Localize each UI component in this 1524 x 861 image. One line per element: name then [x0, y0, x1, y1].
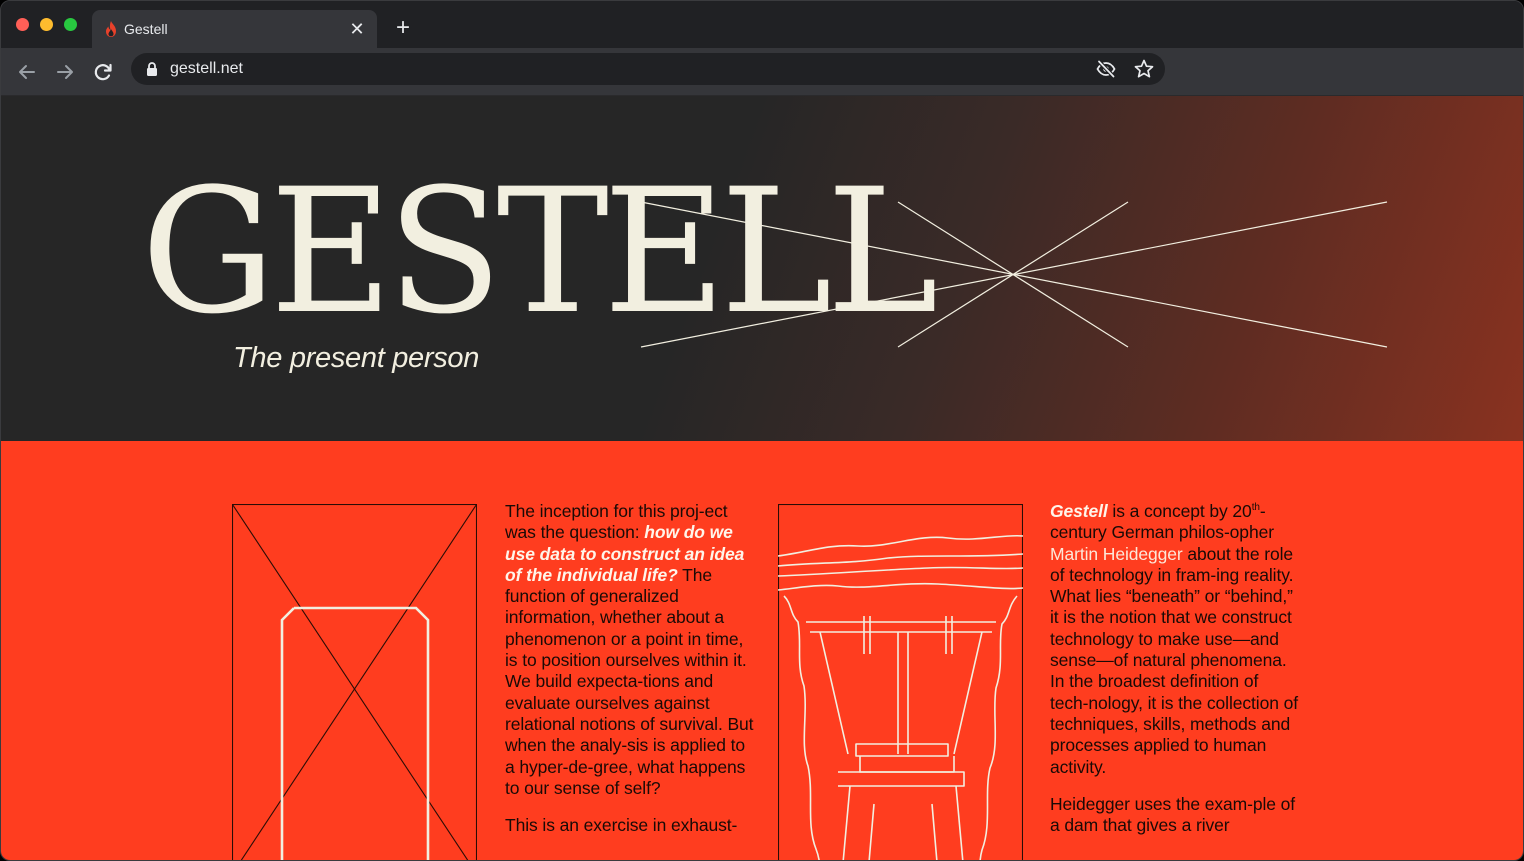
- maximize-window-button[interactable]: [64, 18, 77, 31]
- tab-close-icon[interactable]: ✕: [347, 19, 367, 39]
- site-subtitle: The present person: [233, 342, 480, 374]
- concept-term: Gestell: [1050, 501, 1108, 521]
- heidegger-link[interactable]: Martin Heidegger: [1050, 544, 1183, 564]
- concept-text-c: about the role of technology in fram-ing…: [1050, 543, 1299, 777]
- crossed-frame-illustration: [232, 504, 477, 860]
- concept-paragraph-1: Gestell is a concept by 20th-century Ger…: [1050, 501, 1300, 778]
- address-bar[interactable]: gestell.net: [131, 53, 1165, 85]
- browser-toolbar: gestell.net: [1, 48, 1523, 96]
- lock-icon[interactable]: [145, 61, 159, 77]
- hero-banner: GESTELL The present person: [1, 96, 1523, 441]
- concept-text-a: is a concept by 20: [1107, 501, 1252, 521]
- century-suffix: th: [1251, 502, 1260, 513]
- radiating-lines-graphic: [640, 201, 1388, 348]
- browser-window: Gestell ✕ + gestell.net GESTELL The pres…: [0, 0, 1524, 861]
- intro-paragraph-2: This is an exercise in exhaust-: [505, 815, 738, 836]
- new-tab-button[interactable]: +: [391, 16, 415, 40]
- reload-icon[interactable]: [89, 58, 117, 86]
- web-page: GESTELL The present person The inception…: [1, 96, 1523, 860]
- intro-column-2: Gestell is a concept by 20th-century Ger…: [1050, 501, 1300, 852]
- close-window-button[interactable]: [16, 18, 29, 31]
- flame-favicon-icon: [106, 21, 116, 37]
- tab-title: Gestell: [124, 21, 168, 37]
- tab-gestell[interactable]: Gestell ✕: [92, 10, 377, 48]
- intro-paragraph-1: The inception for this proj-ect was the …: [505, 501, 755, 799]
- back-arrow-icon[interactable]: [13, 58, 41, 86]
- intro-section: The inception for this proj-ect was the …: [1, 441, 1523, 860]
- intro-text-rest: The function of generalized information,…: [505, 564, 754, 798]
- dam-illustration: [778, 504, 1023, 860]
- tab-strip: Gestell ✕ +: [1, 1, 1523, 48]
- concept-paragraph-2: Heidegger uses the exam-ple of a dam tha…: [1050, 793, 1296, 836]
- bookmark-star-icon[interactable]: [1133, 58, 1155, 80]
- intro-column-1: The inception for this proj-ect was the …: [505, 501, 755, 852]
- minimize-window-button[interactable]: [40, 18, 53, 31]
- forward-arrow-icon[interactable]: [51, 58, 79, 86]
- url-text[interactable]: gestell.net: [170, 60, 243, 78]
- eye-off-icon[interactable]: [1095, 58, 1117, 80]
